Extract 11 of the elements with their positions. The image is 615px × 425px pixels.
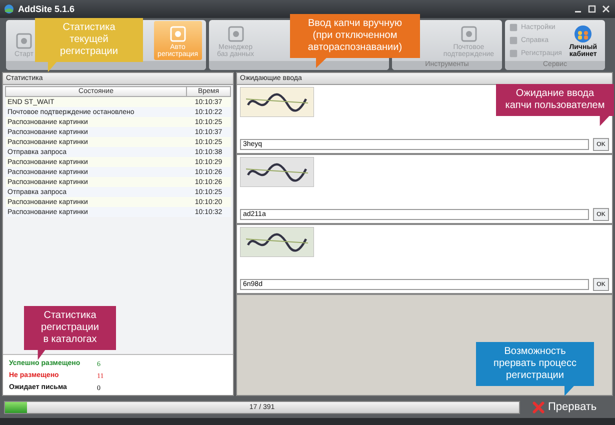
maximize-icon[interactable] <box>587 4 597 14</box>
toolbar-icon <box>458 24 479 43</box>
close-icon[interactable] <box>601 4 611 14</box>
toolbar-icon <box>14 32 34 50</box>
toolbar-icon <box>226 24 246 43</box>
close-icon <box>532 400 545 414</box>
stop-button[interactable]: Прервать <box>530 400 599 414</box>
window-title: AddSite 5.1.6 <box>18 4 76 14</box>
toolbar-icon <box>168 24 188 43</box>
app-icon <box>4 4 14 14</box>
globe-people-icon <box>573 24 594 43</box>
